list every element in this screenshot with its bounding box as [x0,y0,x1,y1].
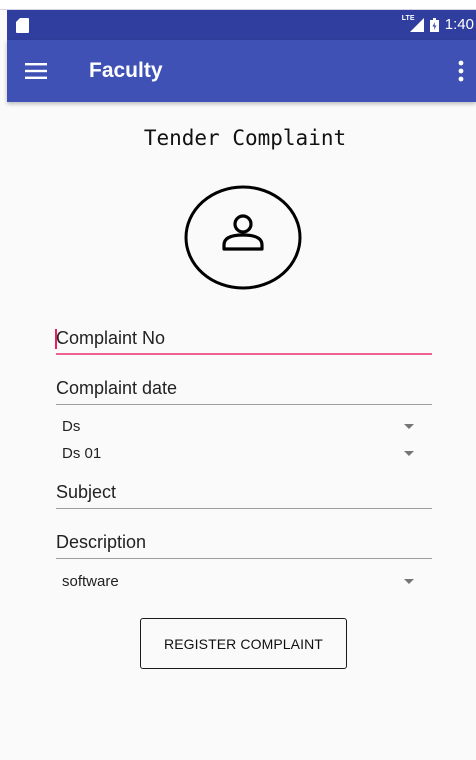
description-field[interactable]: Description [56,525,432,559]
register-complaint-button[interactable]: REGISTER COMPLAINT [140,618,347,669]
page-title: Tender Complaint [143,126,347,150]
battery-icon [429,17,439,32]
network-type-label: LTE [401,14,415,22]
person-icon[interactable] [184,185,302,290]
complaint-no-underline [56,353,432,355]
category-spinner-value: software [62,573,119,590]
menu-icon[interactable] [25,63,47,79]
complaint-date-placeholder: Complaint date [56,378,178,398]
complaint-date-field[interactable]: Complaint date [56,371,432,405]
subject-placeholder: Subject [56,482,117,502]
screen: LTE 1:40 Faculty Tender Complaint Compla… [0,0,476,760]
sd-card-icon [16,18,29,33]
network-indicator: LTE [401,14,424,32]
dropdown-arrow-icon [404,579,414,584]
status-time: 1:40 [444,16,474,33]
ds-spinner[interactable]: Ds [62,416,416,438]
category-spinner[interactable]: software [62,571,416,593]
dropdown-arrow-icon [404,424,414,429]
more-vert-icon[interactable] [458,60,464,82]
subject-field[interactable]: Subject [56,475,432,509]
complaint-date-underline [56,404,432,405]
ds-sub-spinner[interactable]: Ds 01 [62,443,416,465]
top-edge-strip [0,0,476,10]
ds-spinner-value: Ds [62,418,81,435]
ds-sub-spinner-value: Ds 01 [62,445,102,462]
status-bar: LTE 1:40 [7,10,476,40]
complaint-no-field[interactable]: Complaint No [55,321,432,355]
app-bar: Faculty [7,40,476,102]
description-underline [56,558,432,559]
description-placeholder: Description [56,532,147,552]
app-bar-title: Faculty [89,59,163,82]
dropdown-arrow-icon [404,451,414,456]
complaint-no-placeholder: Complaint No [56,328,166,348]
status-right: LTE 1:40 [401,14,474,34]
subject-underline [56,508,432,509]
